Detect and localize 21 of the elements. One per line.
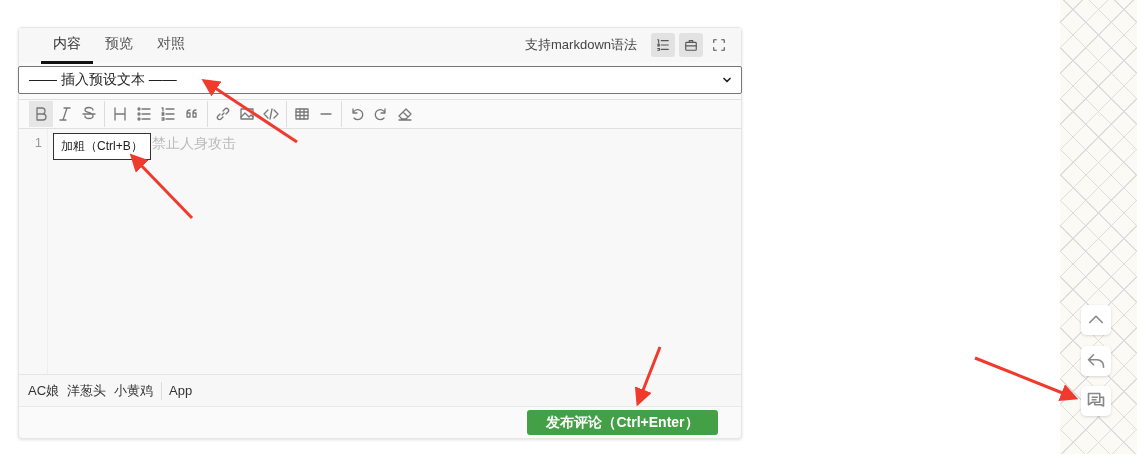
emoji-tab[interactable]: 洋葱头 — [67, 381, 107, 400]
bold-icon[interactable] — [29, 101, 53, 127]
emoji-tab[interactable]: App — [169, 383, 193, 398]
emoji-tab[interactable]: 小黄鸡 — [114, 381, 154, 400]
line-numbers-icon — [656, 38, 670, 52]
tab[interactable]: 对照 — [145, 29, 197, 64]
line-numbers-button[interactable] — [651, 33, 675, 57]
annotation-arrow — [129, 153, 194, 220]
reply-button[interactable] — [1081, 345, 1111, 376]
comments-button[interactable] — [1081, 386, 1111, 416]
syntax-note: 支持markdown语法 — [525, 36, 637, 54]
tooltip: 加粗（Ctrl+B） — [53, 133, 151, 160]
preset-text-select[interactable]: —— 插入预设文本 —— — [18, 66, 742, 94]
fullscreen-icon — [712, 38, 726, 52]
tab[interactable]: 预览 — [93, 29, 145, 64]
emoji-tab[interactable]: AC娘 — [28, 381, 60, 400]
toolbox-icon — [684, 38, 698, 52]
back-to-top-button[interactable] — [1081, 305, 1111, 335]
annotation-arrow — [634, 346, 662, 407]
toolbox-button[interactable] — [679, 33, 703, 57]
line-number: 1 — [34, 135, 42, 150]
